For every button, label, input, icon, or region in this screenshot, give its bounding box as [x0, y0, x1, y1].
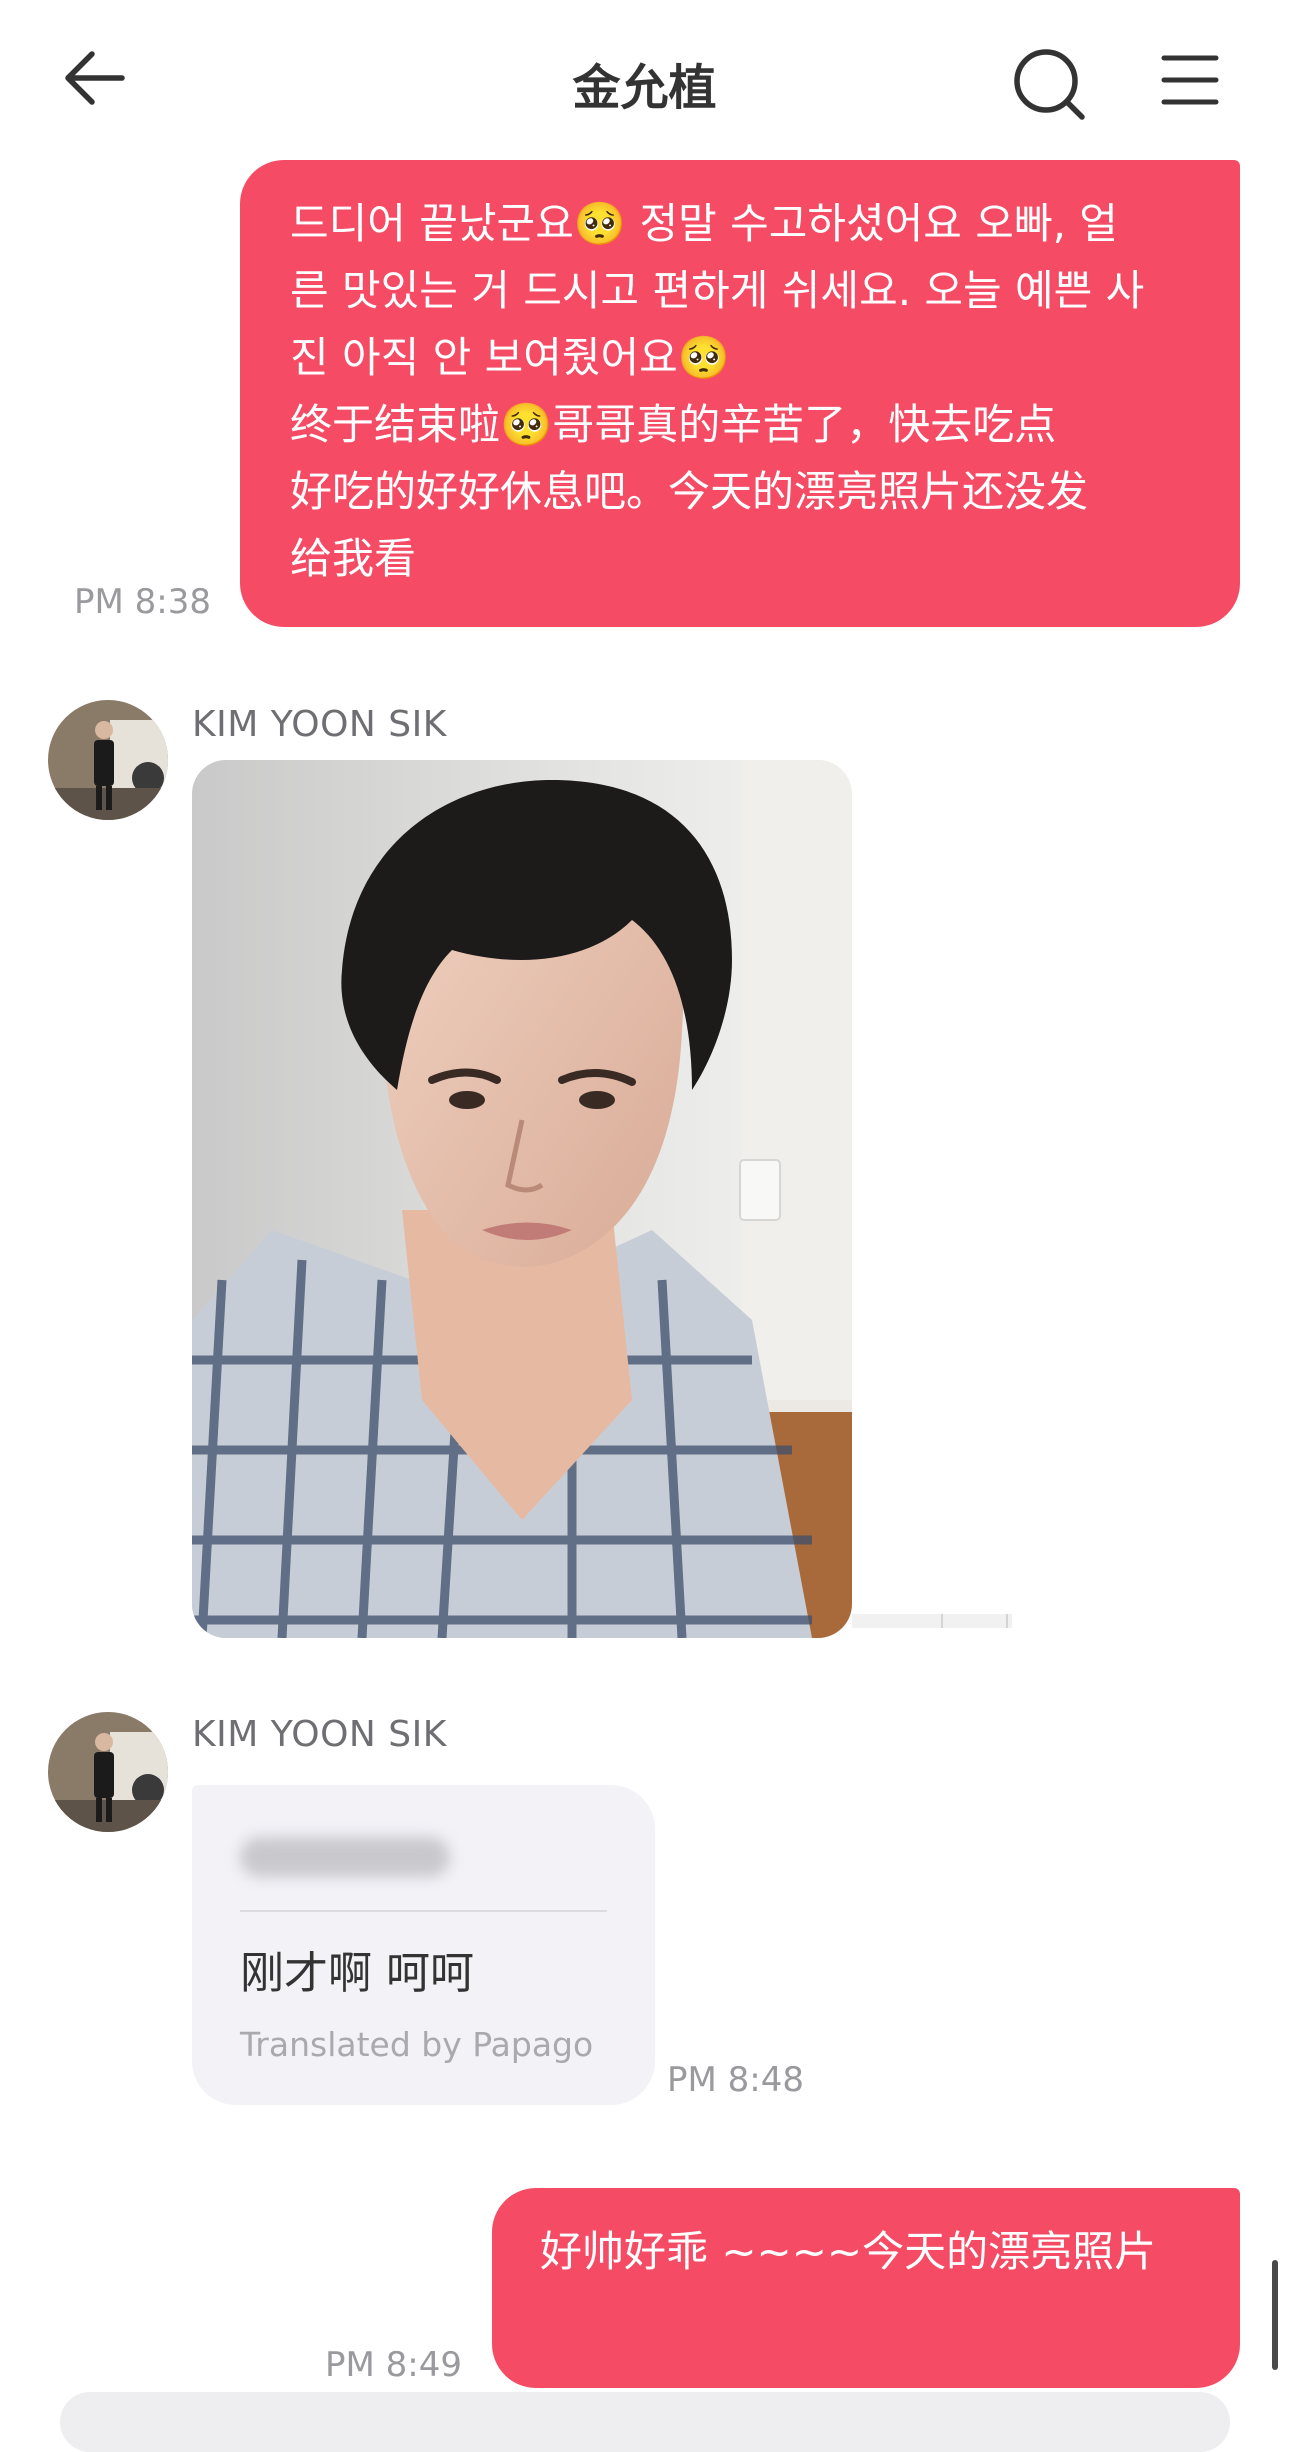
- translation-credit: Translated by Papago: [240, 2025, 594, 2064]
- message-input-bar[interactable]: [60, 2392, 1230, 2452]
- menu-button[interactable]: [1160, 50, 1220, 110]
- translation-divider: [240, 1910, 607, 1912]
- selfie-photo: [192, 760, 852, 1638]
- sender-avatar[interactable]: [48, 700, 168, 820]
- translated-text: 刚才啊 呵呵: [240, 1948, 474, 1999]
- scrollbar[interactable]: [1272, 2260, 1278, 2370]
- message-text-line: 드디어 끝났군요🥺 정말 수고하셨어요 오빠, 얼: [290, 199, 1118, 248]
- search-button[interactable]: [1010, 45, 1090, 125]
- sender-avatar[interactable]: [48, 1712, 168, 1832]
- hamburger-menu-icon: [1161, 55, 1219, 105]
- outgoing-message-bubble[interactable]: 好帅好乖 ~~~~今天的漂亮照片: [492, 2188, 1240, 2388]
- message-timestamp: PM 8:38: [74, 582, 211, 622]
- photo-shadow-edge: [852, 1614, 1012, 1628]
- message-text-line: 给我看: [290, 534, 417, 583]
- photo-message[interactable]: [192, 760, 852, 1638]
- original-text-blurred: [240, 1837, 450, 1877]
- search-icon: [1014, 49, 1085, 120]
- outgoing-message-bubble[interactable]: 드디어 끝났군요🥺 정말 수고하셨어요 오빠, 얼 른 맛있는 거 드시고 편하…: [240, 160, 1240, 627]
- message-timestamp: PM 8:48: [667, 2060, 804, 2100]
- message-text-line: 진 아직 안 보여줬어요🥺: [290, 333, 731, 382]
- message-text-line: 终于结束啦🥺哥哥真的辛苦了，快去吃点: [290, 400, 1057, 449]
- message-timestamp: PM 8:49: [325, 2345, 462, 2385]
- message-text-line: 른 맛있는 거 드시고 편하게 쉬세요. 오늘 예쁜 사: [290, 266, 1145, 315]
- sender-name: KIM YOON SIK: [192, 704, 447, 745]
- message-text-line: 好吃的好好休息吧。今天的漂亮照片还没发: [290, 467, 1089, 516]
- chat-title: 金允植: [572, 60, 717, 116]
- message-text: 好帅好乖 ~~~~今天的漂亮照片: [540, 2227, 1157, 2276]
- chat-header: 金允植: [0, 0, 1289, 160]
- sender-name: KIM YOON SIK: [192, 1714, 447, 1755]
- incoming-message-bubble[interactable]: 刚才啊 呵呵 Translated by Papago: [192, 1785, 655, 2105]
- avatar-image: [48, 1712, 168, 1832]
- avatar-image: [48, 700, 168, 820]
